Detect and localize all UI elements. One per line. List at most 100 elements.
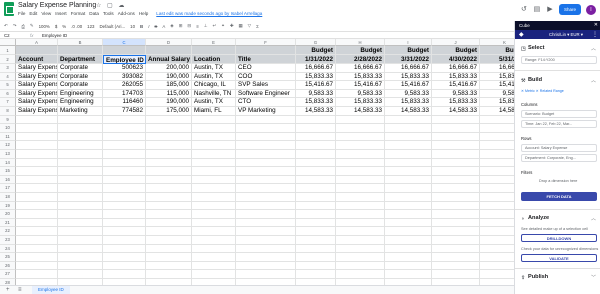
data-cell[interactable]: Salary Expense — [16, 98, 58, 107]
empty-cell[interactable] — [146, 184, 192, 193]
header-cell[interactable] — [236, 46, 296, 55]
empty-cell[interactable] — [385, 253, 432, 262]
data-cell[interactable]: 774582 — [103, 107, 146, 116]
empty-cell[interactable] — [146, 253, 192, 262]
empty-cell[interactable] — [385, 150, 432, 159]
empty-cell[interactable] — [103, 132, 146, 142]
empty-cell[interactable] — [146, 167, 192, 176]
build-section-title[interactable]: ⚒ Build — [521, 77, 542, 84]
empty-cell[interactable] — [58, 132, 103, 142]
empty-cell[interactable] — [236, 210, 296, 219]
empty-cell[interactable] — [385, 244, 432, 254]
filters-drop-zone[interactable]: Drop a dimension here — [539, 179, 577, 183]
analyze-section-title[interactable]: ◑ Analyze — [521, 215, 549, 222]
row-header-1[interactable]: 1 — [0, 46, 16, 55]
data-cell[interactable]: 15,833.33 — [480, 98, 514, 107]
empty-cell[interactable] — [336, 244, 385, 254]
empty-cell[interactable] — [58, 227, 103, 236]
column-header-e[interactable]: E — [192, 39, 236, 46]
empty-cell[interactable] — [432, 184, 480, 193]
empty-cell[interactable] — [432, 141, 480, 150]
empty-cell[interactable] — [296, 201, 336, 211]
data-cell[interactable]: 16,666.67 — [296, 64, 336, 73]
empty-cell[interactable] — [336, 158, 385, 168]
data-cell[interactable]: Austin, TX — [192, 64, 236, 73]
empty-cell[interactable] — [385, 218, 432, 228]
row-header-20[interactable]: 20 — [0, 210, 16, 219]
header-cell[interactable]: 4/30/2022 — [432, 55, 480, 64]
row-header-21[interactable]: 21 — [0, 218, 16, 228]
empty-cell[interactable] — [296, 115, 336, 125]
empty-cell[interactable] — [103, 124, 146, 133]
data-cell[interactable]: 15,416.67 — [432, 81, 480, 90]
empty-cell[interactable] — [296, 175, 336, 185]
data-cell[interactable]: 116460 — [103, 98, 146, 107]
empty-cell[interactable] — [336, 175, 385, 185]
empty-cell[interactable] — [103, 141, 146, 150]
empty-cell[interactable] — [58, 124, 103, 133]
data-cell[interactable]: 15,833.33 — [385, 72, 432, 82]
data-cell[interactable]: 9,583.33 — [432, 89, 480, 99]
user-selector[interactable]: Chris/Lin ▾ EUR ▾ — [549, 32, 583, 38]
data-cell[interactable]: Salary Expense — [16, 72, 58, 82]
budget-label-cell[interactable]: Budget — [432, 46, 480, 55]
empty-cell[interactable] — [385, 158, 432, 168]
header-cell[interactable]: 5/31/2022 — [480, 55, 514, 64]
empty-cell[interactable] — [146, 150, 192, 159]
empty-cell[interactable] — [480, 184, 514, 193]
empty-cell[interactable] — [236, 132, 296, 142]
row-header-3[interactable]: 3 — [0, 64, 16, 73]
empty-cell[interactable] — [192, 270, 236, 279]
empty-cell[interactable] — [480, 236, 514, 245]
row-header-15[interactable]: 15 — [0, 167, 16, 176]
empty-cell[interactable] — [103, 236, 146, 245]
data-cell[interactable]: 14,583.33 — [432, 107, 480, 116]
header-cell[interactable]: Department — [58, 55, 103, 64]
empty-cell[interactable] — [16, 124, 58, 133]
fetch-data-button[interactable]: FETCH DATA — [521, 192, 597, 201]
font-select[interactable]: Default (Ari... — [100, 24, 126, 29]
header-cell[interactable]: Location — [192, 55, 236, 64]
empty-cell[interactable] — [385, 184, 432, 193]
empty-cell[interactable] — [58, 201, 103, 211]
empty-cell[interactable] — [432, 193, 480, 202]
data-cell[interactable]: 15,833.33 — [480, 73, 514, 82]
row-header-11[interactable]: 11 — [0, 132, 16, 142]
redo-icon[interactable]: ↷ — [13, 23, 17, 29]
menu-edit[interactable]: Edit — [29, 11, 37, 19]
empty-cell[interactable] — [480, 262, 514, 271]
merge-icon[interactable]: ⊟ — [187, 23, 191, 29]
empty-cell[interactable] — [58, 236, 103, 245]
empty-cell[interactable] — [192, 244, 236, 254]
budget-label-cell[interactable]: Budget — [385, 46, 432, 55]
empty-cell[interactable] — [432, 253, 480, 262]
row-header-26[interactable]: 26 — [0, 261, 16, 271]
empty-cell[interactable] — [296, 261, 336, 271]
empty-cell[interactable] — [336, 141, 385, 150]
empty-cell[interactable] — [480, 150, 514, 159]
data-cell[interactable]: 16,666.67 — [432, 64, 480, 73]
column-header-c[interactable]: C — [103, 39, 146, 46]
row-header-12[interactable]: 12 — [0, 141, 16, 150]
empty-cell[interactable] — [480, 124, 514, 133]
empty-cell[interactable] — [103, 244, 146, 254]
empty-cell[interactable] — [236, 115, 296, 125]
percent-button[interactable]: % — [62, 24, 66, 29]
menu-insert[interactable]: Insert — [55, 11, 67, 19]
empty-cell[interactable] — [16, 210, 58, 219]
empty-cell[interactable] — [103, 193, 146, 202]
empty-cell[interactable] — [296, 158, 336, 168]
empty-cell[interactable] — [296, 227, 336, 236]
data-cell[interactable]: 14,583.33 — [336, 107, 385, 116]
data-cell[interactable]: Marketing — [58, 107, 103, 116]
data-cell[interactable]: 15,833.33 — [432, 72, 480, 82]
empty-cell[interactable] — [432, 150, 480, 159]
row-header-17[interactable]: 17 — [0, 184, 16, 193]
filter-icon[interactable]: ▽ — [248, 23, 251, 29]
empty-cell[interactable] — [146, 236, 192, 245]
data-cell[interactable]: 16,666.67 — [336, 64, 385, 73]
validate-button[interactable]: VALIDATE — [521, 254, 597, 262]
empty-cell[interactable] — [58, 115, 103, 125]
empty-cell[interactable] — [385, 167, 432, 176]
row-header-5[interactable]: 5 — [0, 81, 16, 90]
